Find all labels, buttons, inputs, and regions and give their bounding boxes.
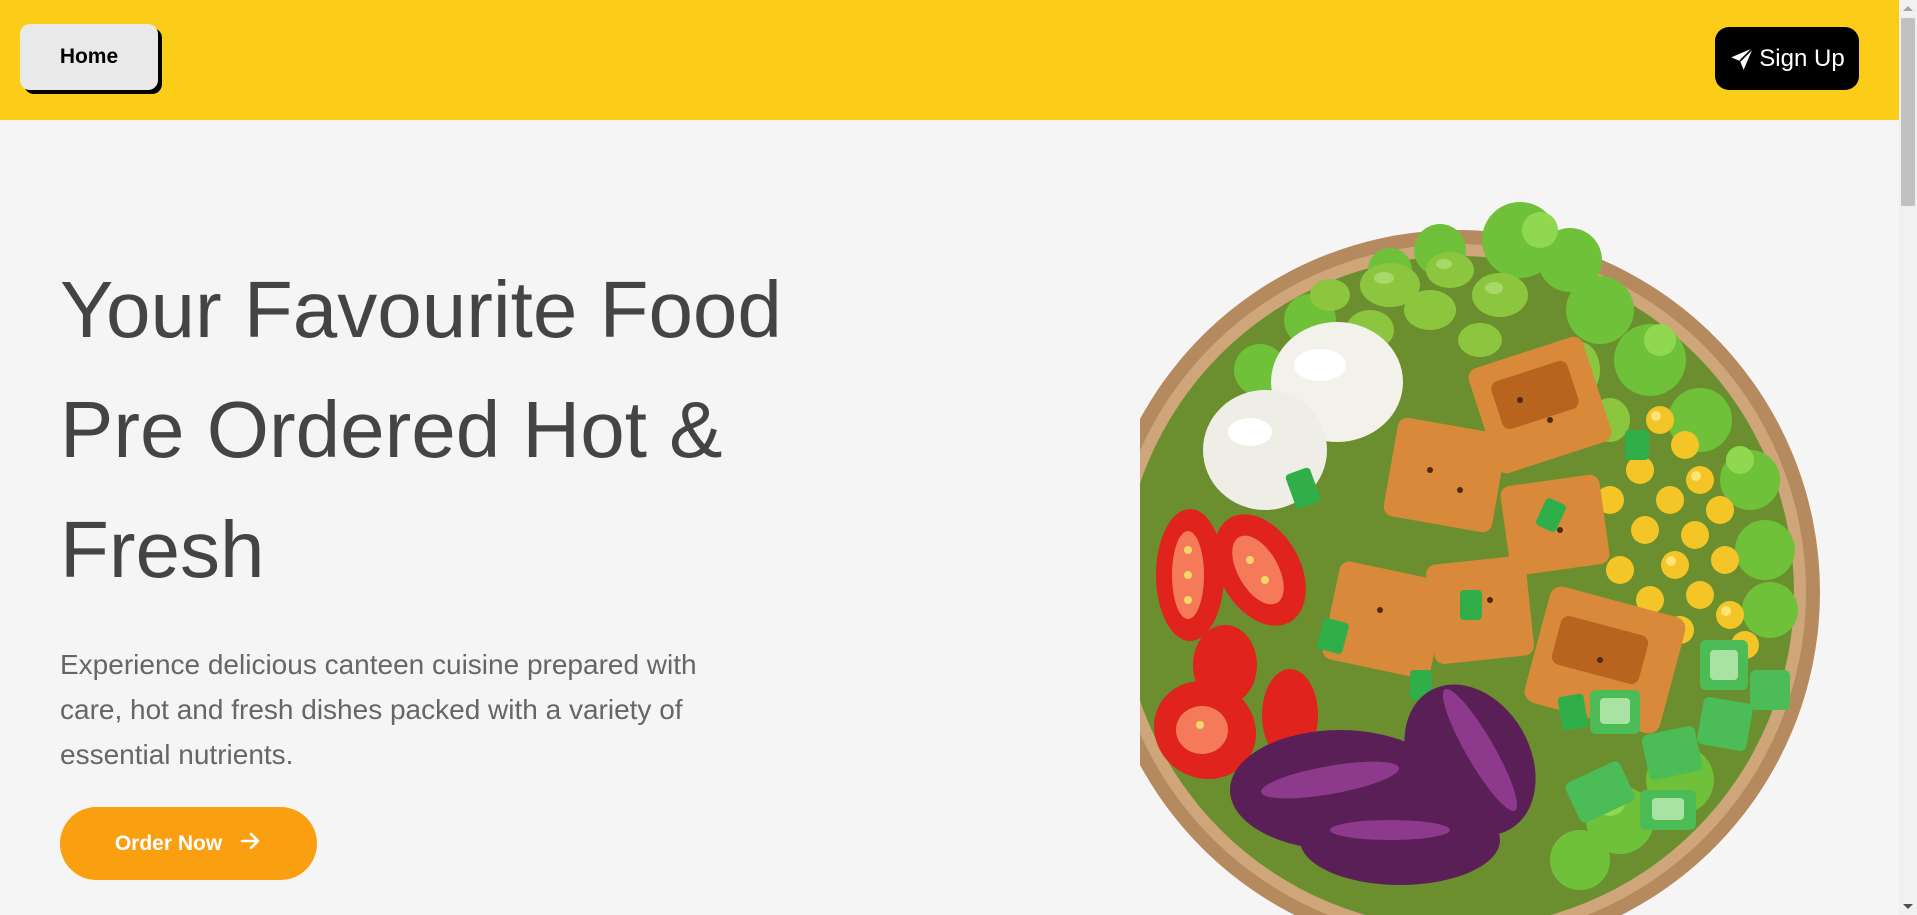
paper-plane-icon [1729,46,1755,72]
hero-title: Your Favourite Food Pre Ordered Hot & Fr… [60,250,860,610]
salad-bowl-image [1140,202,1820,915]
signup-button[interactable]: Sign Up [1715,27,1859,90]
hero-title-line-2: Pre Ordered Hot & [60,385,723,474]
order-now-label: Order Now [114,831,223,855]
home-button[interactable]: Home [20,24,158,90]
arrow-right-icon [238,829,262,859]
top-navigation-bar: Home Sign Up [0,0,1899,120]
signup-button-label: Sign Up [1759,44,1845,72]
home-button-label: Home [59,45,119,68]
page-scrollbar[interactable] [1899,0,1917,915]
scrollbar-thumb[interactable] [1901,18,1915,206]
scroll-down-icon[interactable] [1903,904,1913,909]
hero-description: Experience delicious canteen cuisine pre… [60,649,697,770]
landing-page: Home Sign Up Your Favourite Food Pre Ord… [0,0,1917,915]
hero-title-line-3: Fresh [60,505,265,594]
scroll-up-icon[interactable] [1903,6,1913,11]
order-now-button[interactable]: Order Now [60,807,317,880]
hero-title-line-1: Your Favourite Food [60,265,782,354]
